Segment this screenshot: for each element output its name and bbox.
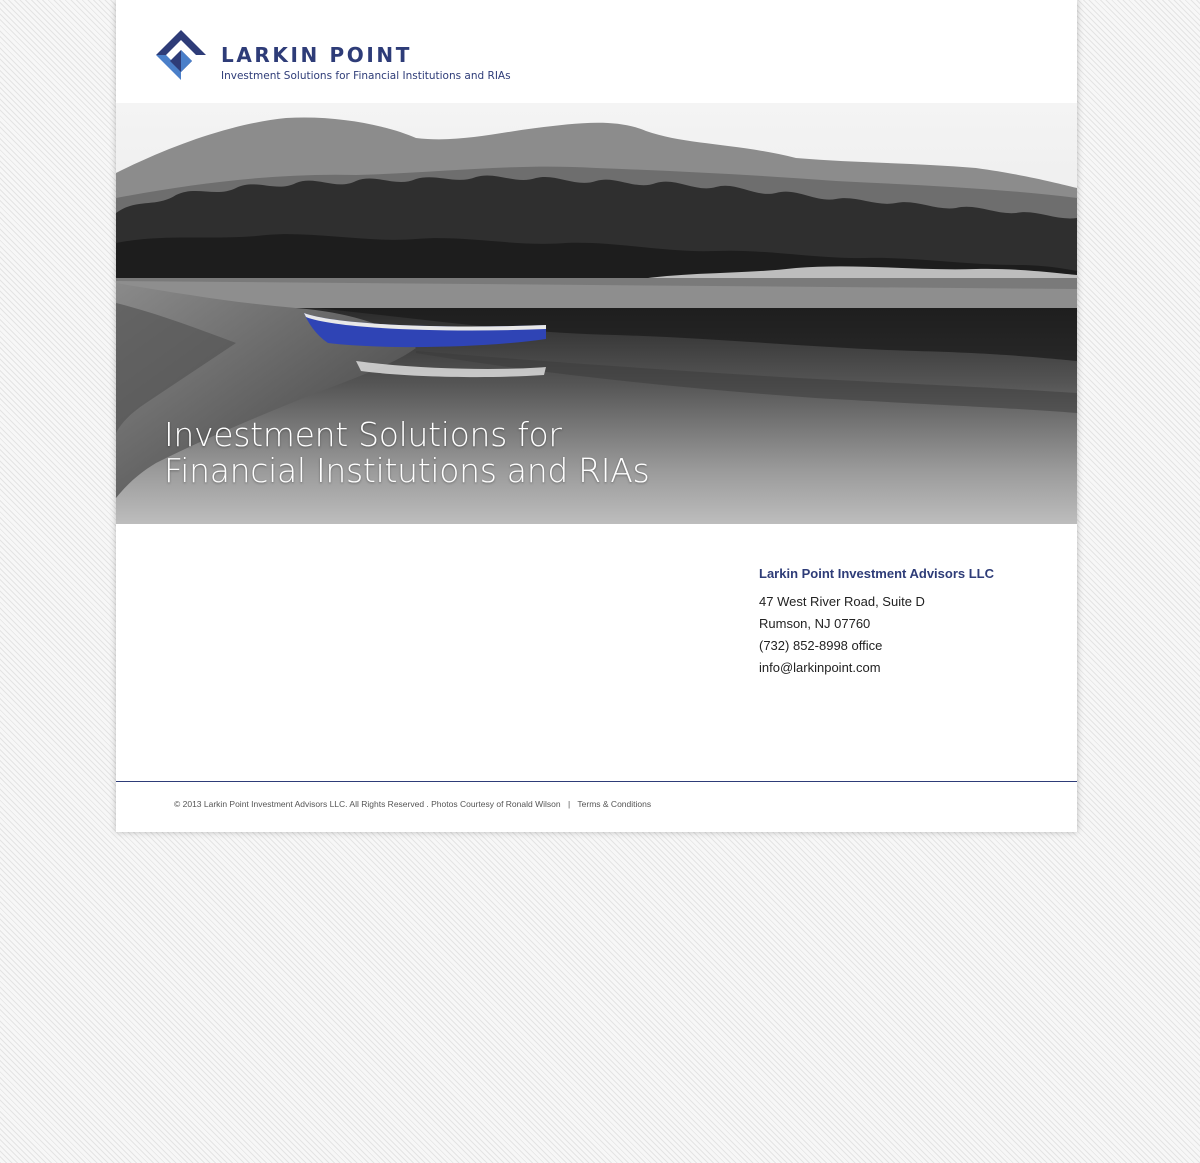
address-line-2: Rumson, NJ 07760 xyxy=(759,616,871,631)
hero-banner: Investment Solutions for Financial Insti… xyxy=(116,103,1077,524)
address-line-1: 47 West River Road, Suite D xyxy=(759,594,925,609)
email-link[interactable]: info@larkinpoint.com xyxy=(759,660,994,682)
hero-heading: Investment Solutions for Financial Insti… xyxy=(164,415,650,490)
phone-number: (732) 852-8998 office xyxy=(759,638,883,653)
footer-separator: | xyxy=(567,799,571,809)
page-container: LARKIN POINT Investment Solutions for Fi… xyxy=(116,0,1077,832)
copyright-text: © 2013 Larkin Point Investment Advisors … xyxy=(174,799,561,809)
brand-name[interactable]: LARKIN POINT xyxy=(221,43,412,67)
hero-line-2: Financial Institutions and RIAs xyxy=(164,451,650,490)
site-header: LARKIN POINT Investment Solutions for Fi… xyxy=(116,0,1077,103)
hero-line-1: Investment Solutions for xyxy=(164,415,562,454)
brand-tagline: Investment Solutions for Financial Insti… xyxy=(221,70,511,82)
larkin-point-logo-icon[interactable] xyxy=(156,30,208,82)
terms-link[interactable]: Terms & Conditions xyxy=(577,799,651,809)
company-name: Larkin Point Investment Advisors LLC xyxy=(759,566,995,581)
footer-divider xyxy=(116,781,1077,782)
contact-block: Larkin Point Investment Advisors LLC 47 … xyxy=(759,566,994,682)
site-footer: © 2013 Larkin Point Investment Advisors … xyxy=(174,799,651,809)
